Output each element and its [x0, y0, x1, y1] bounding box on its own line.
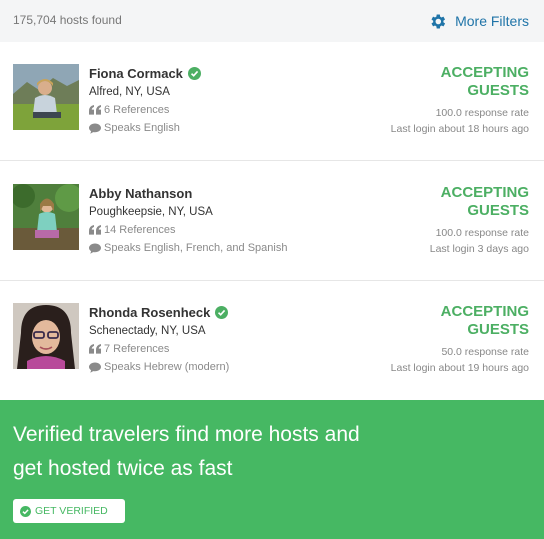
host-references[interactable]: 6 References: [89, 104, 169, 116]
host-card[interactable]: Rhonda Rosenheck Schenectady, NY, USA 7 …: [0, 281, 544, 400]
speech-bubble-icon: [89, 243, 101, 254]
verified-check-icon: [187, 67, 201, 80]
host-card[interactable]: Abby Nathanson Poughkeepsie, NY, USA 14 …: [0, 162, 544, 281]
speech-bubble-icon: [89, 123, 101, 134]
host-name-row: Rhonda Rosenheck: [89, 305, 229, 320]
gear-icon: [431, 14, 446, 28]
last-login: Last login about 19 hours ago: [390, 362, 529, 374]
more-filters-label: More Filters: [455, 13, 529, 29]
host-location: Schenectady, NY, USA: [89, 325, 206, 337]
host-avatar[interactable]: [13, 303, 79, 369]
more-filters-button[interactable]: More Filters: [428, 11, 529, 31]
host-location: Alfred, NY, USA: [89, 86, 170, 98]
host-languages-label: Speaks Hebrew (modern): [104, 361, 230, 373]
host-languages: Speaks English: [89, 122, 180, 134]
host-references-label: 6 References: [104, 104, 170, 116]
host-name[interactable]: Abby Nathanson: [89, 186, 192, 201]
get-verified-label: GET VERIFIED: [35, 505, 108, 517]
host-languages: Speaks English, French, and Spanish: [89, 242, 287, 254]
response-rate: 100.0 response rate: [435, 107, 529, 119]
quote-icon: [89, 343, 101, 354]
get-verified-button[interactable]: GET VERIFIED: [13, 499, 125, 523]
last-login: Last login 3 days ago: [429, 243, 529, 255]
host-name-row: Fiona Cormack: [89, 66, 201, 81]
status-line-1: ACCEPTING: [440, 303, 529, 320]
quote-icon: [89, 224, 101, 235]
verification-promo-banner: Verified travelers find more hosts and g…: [0, 400, 544, 539]
check-circle-icon: [20, 505, 31, 517]
host-languages-label: Speaks English: [104, 122, 180, 134]
host-languages: Speaks Hebrew (modern): [89, 361, 229, 373]
host-name[interactable]: Rhonda Rosenheck: [89, 305, 210, 320]
promo-line-1: Verified travelers find more hosts and: [13, 423, 360, 446]
hosts-found-count: 175,704 hosts found: [13, 13, 122, 27]
quote-icon: [89, 104, 101, 115]
host-name[interactable]: Fiona Cormack: [89, 66, 183, 81]
status-line-1: ACCEPTING: [440, 184, 529, 201]
host-photo-image: [13, 64, 79, 130]
host-avatar[interactable]: [13, 64, 79, 130]
response-rate: 100.0 response rate: [435, 227, 529, 239]
host-location: Poughkeepsie, NY, USA: [89, 206, 213, 218]
host-references-label: 7 References: [104, 343, 170, 355]
promo-headline: Verified travelers find more hosts and g…: [13, 418, 433, 486]
response-rate: 50.0 response rate: [441, 346, 529, 358]
host-references-label: 14 References: [104, 224, 176, 236]
status-line-1: ACCEPTING: [440, 64, 529, 81]
host-photo-image: [13, 303, 79, 369]
accepting-guests-status: ACCEPTING GUESTS: [389, 303, 529, 339]
host-name-row: Abby Nathanson: [89, 186, 192, 201]
results-toolbar: 175,704 hosts found More Filters: [0, 0, 544, 42]
host-card[interactable]: Fiona Cormack Alfred, NY, USA 6 Referenc…: [0, 42, 544, 161]
host-references[interactable]: 14 References: [89, 224, 176, 236]
host-avatar[interactable]: [13, 184, 79, 250]
host-languages-label: Speaks English, French, and Spanish: [104, 242, 288, 254]
accepting-guests-status: ACCEPTING GUESTS: [389, 184, 529, 220]
last-login: Last login about 18 hours ago: [390, 123, 529, 135]
promo-line-2: get hosted twice as fast: [13, 457, 233, 480]
status-line-2: GUESTS: [467, 82, 529, 99]
speech-bubble-icon: [89, 362, 101, 373]
verified-check-icon: [215, 306, 229, 319]
accepting-guests-status: ACCEPTING GUESTS: [389, 64, 529, 100]
status-line-2: GUESTS: [467, 321, 529, 338]
status-line-2: GUESTS: [467, 202, 529, 219]
host-photo-image: [13, 184, 79, 250]
host-references[interactable]: 7 References: [89, 343, 169, 355]
